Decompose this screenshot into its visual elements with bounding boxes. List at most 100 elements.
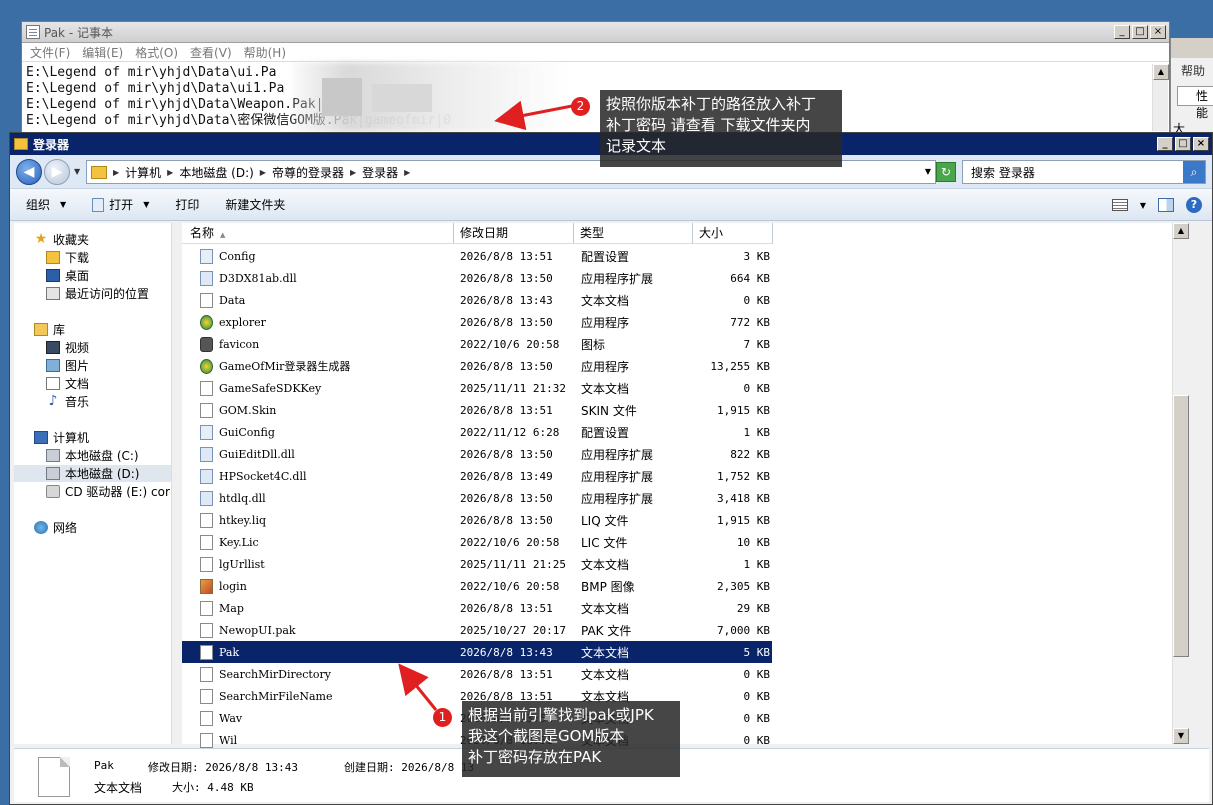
nav-item-music[interactable]: ♪ 音乐 [46,393,89,410]
table-row[interactable]: htdlq.dll 2026/8/8 13:50 应用程序扩展 3,418 KB [182,487,772,509]
nav-item-recent[interactable]: 最近访问的位置 [46,285,149,302]
table-row[interactable]: GOM.Skin 2026/8/8 13:51 SKIN 文件 1,915 KB [182,399,772,421]
help-icon[interactable]: ? [1186,197,1202,213]
file-name-cell: lgUrllist [182,556,454,572]
table-row[interactable]: Config 2026/8/8 13:51 配置设置 3 KB [182,245,772,267]
nav-item-favorites[interactable]: ★ 收藏夹 [34,231,89,248]
table-row[interactable]: lgUrllist 2025/11/11 21:25 文本文档 1 KB [182,553,772,575]
column-header-date[interactable]: 修改日期 [454,223,574,244]
minimize-button[interactable]: _ [1114,25,1130,39]
file-rows: Config 2026/8/8 13:51 配置设置 3 KB D3DX81ab.dll… [182,245,772,751]
nav-item-videos[interactable]: 视频 [46,339,89,356]
menu-view[interactable]: 查看(V) [190,44,232,61]
nav-item-cd-drive[interactable]: CD 驱动器 (E:) cor [46,483,170,500]
preview-pane-icon[interactable] [1158,198,1174,212]
view-controls: ▼ ? [1111,197,1202,213]
file-list-scrollbar[interactable]: ▲ ▼ [1172,223,1189,744]
breadcrumb-computer[interactable]: 计算机 [125,164,161,181]
menu-format[interactable]: 格式(O) [135,44,178,61]
table-row[interactable]: SearchMirDirectory 2026/8/8 13:51 文本文档 0 KB [182,663,772,685]
menu-file[interactable]: 文件(F) [30,44,70,61]
file-name-cell: GOM.Skin [182,402,454,418]
scrollbar-thumb[interactable] [1173,395,1189,657]
scroll-up-icon[interactable]: ▲ [1173,223,1189,239]
background-window-menu-help[interactable]: 帮助 [1181,62,1205,79]
file-size: 0 KB [743,689,771,703]
table-row[interactable]: explorer 2026/8/8 13:50 应用程序 772 KB [182,311,772,333]
chevron-right-icon[interactable]: ▶ [167,168,173,177]
text-file-icon [38,757,70,797]
print-button[interactable]: 打印 [175,196,199,213]
chevron-right-icon[interactable]: ▶ [260,168,266,177]
new-folder-button[interactable]: 新建文件夹 [225,196,285,213]
nav-item-drive-d[interactable]: 本地磁盘 (D:) [14,465,171,482]
table-row[interactable]: D3DX81ab.dll 2026/8/8 13:50 应用程序扩展 664 KB [182,267,772,289]
open-button[interactable]: 打开 ▼ [92,196,149,213]
background-window-tab[interactable]: 性能 [1177,86,1213,120]
organize-button[interactable]: 组织 ▼ [26,196,66,213]
column-header-size[interactable]: 大小 [693,223,773,244]
nav-label: 音乐 [65,395,90,409]
file-name-cell: explorer [182,314,454,330]
notepad-text-area[interactable]: E:\Legend of mir\yhjd\Data\ui.Pa E:\Lege… [26,65,1151,129]
menu-help[interactable]: 帮助(H) [244,44,286,61]
file-type: SKIN 文件 [581,403,637,418]
table-row[interactable]: GameOfMir登录器生成器 2026/8/8 13:50 应用程序 13,255 … [182,355,772,377]
nav-item-libraries[interactable]: 库 [34,321,65,338]
chevron-right-icon[interactable]: ▶ [113,168,119,177]
table-row[interactable]: login 2022/10/6 20:58 BMP 图像 2,305 KB [182,575,772,597]
table-row[interactable]: GuiEditDll.dll 2026/8/8 13:50 应用程序扩展 822 KB [182,443,772,465]
chevron-down-icon[interactable]: ▼ [143,200,149,209]
drive-icon [46,467,60,480]
nav-item-pictures[interactable]: 图片 [46,357,89,374]
table-row[interactable]: GuiConfig 2022/11/12 6:28 配置设置 1 KB [182,421,772,443]
refresh-button[interactable]: ↻ [936,162,956,182]
back-button[interactable]: ◀ [16,158,42,185]
maximize-button[interactable]: □ [1175,137,1191,151]
search-icon[interactable]: ⌕ [1183,161,1205,183]
scroll-down-icon[interactable]: ▼ [1173,728,1189,744]
table-row[interactable]: Data 2026/8/8 13:43 文本文档 0 KB [182,289,772,311]
new-folder-label: 新建文件夹 [225,198,286,212]
table-row[interactable]: Pak 2026/8/8 13:43 文本文档 5 KB [182,641,772,663]
chevron-down-icon[interactable]: ▼ [1140,201,1146,210]
nav-item-computer[interactable]: 计算机 [34,429,89,446]
column-header-type[interactable]: 类型 [574,223,693,244]
notepad-window: Pak - 记事本 _ □ × 文件(F) 编辑(E) 格式(O) 查看(V) … [21,21,1170,133]
nav-item-network[interactable]: 网络 [34,519,77,536]
minimize-button[interactable]: _ [1157,137,1173,151]
command-bar: 组织 ▼ 打开 ▼ 打印 新建文件夹 [10,189,1212,221]
view-list-icon[interactable] [1111,199,1128,211]
table-row[interactable]: GameSafeSDKKey 2025/11/11 21:32 文本文档 0 KB [182,377,772,399]
close-button[interactable]: × [1193,137,1209,151]
nav-item-desktop[interactable]: 桌面 [46,267,89,284]
table-row[interactable]: htkey.liq 2026/8/8 13:50 LIQ 文件 1,915 KB [182,509,772,531]
file-size: 1,915 KB [717,403,770,417]
nav-item-drive-c[interactable]: 本地磁盘 (C:) [46,447,139,464]
chevron-down-icon[interactable]: ▼ [74,167,80,176]
breadcrumb-current[interactable]: 登录器 [362,164,398,181]
breadcrumb-folder[interactable]: 帝尊的登录器 [272,164,344,181]
menu-edit[interactable]: 编辑(E) [82,44,123,61]
table-row[interactable]: Map 2026/8/8 13:51 文本文档 29 KB [182,597,772,619]
chevron-right-icon[interactable]: ▶ [350,168,356,177]
file-type: 应用程序扩展 [581,469,654,484]
chevron-right-icon[interactable]: ▶ [404,168,410,177]
file-name: login [219,579,247,593]
scroll-up-icon[interactable]: ▲ [1153,64,1169,80]
close-button[interactable]: × [1150,25,1166,39]
chevron-down-icon[interactable]: ▼ [925,167,931,176]
table-row[interactable]: HPSocket4C.dll 2026/8/8 13:49 应用程序扩展 1,752 … [182,465,772,487]
table-row[interactable]: Key.Lic 2022/10/6 20:58 LIC 文件 10 KB [182,531,772,553]
table-row[interactable]: NewopUI.pak 2025/10/27 20:17 PAK 文件 7,000 K… [182,619,772,641]
breadcrumb-drive-d[interactable]: 本地磁盘 (D:) [179,164,253,181]
maximize-button[interactable]: □ [1132,25,1148,39]
nav-item-documents[interactable]: 文档 [46,375,89,392]
search-input[interactable]: 搜索 登录器 ⌕ [962,160,1206,184]
notepad-scrollbar[interactable]: ▲ [1152,64,1169,131]
nav-item-downloads[interactable]: 下载 [46,249,89,266]
document-icon [46,377,60,390]
column-header-name[interactable]: 名称 ▲ [182,223,454,244]
table-row[interactable]: favicon 2022/10/6 20:58 图标 7 KB [182,333,772,355]
forward-button[interactable]: ▶ [44,158,70,185]
